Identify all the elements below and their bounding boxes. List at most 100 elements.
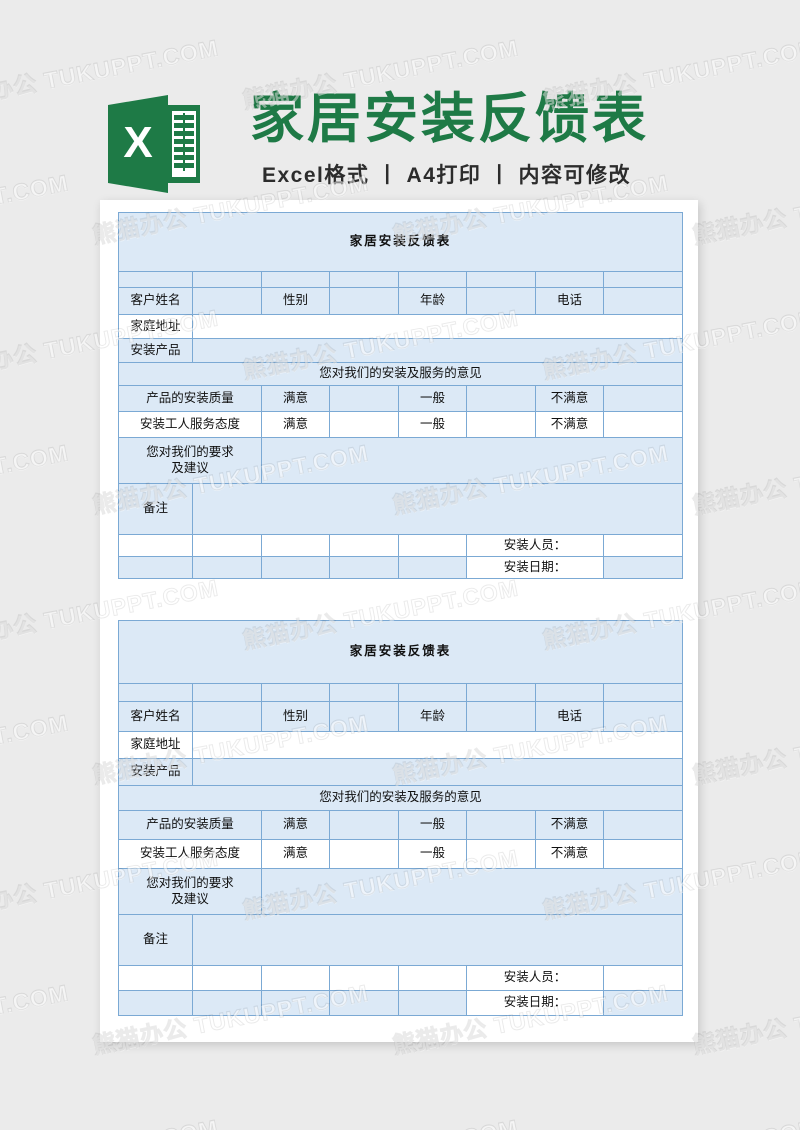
label-suggestion: 您对我们的要求 及建议	[118, 437, 262, 484]
field-remark[interactable]	[191, 483, 684, 535]
spacer-cell	[118, 271, 193, 288]
field-suggestion[interactable]	[260, 868, 684, 915]
watermark-text: 熊猫办公 TUKUPPT.COM	[0, 979, 71, 1059]
table-row: 您对我们的安装及服务的意见	[117, 785, 684, 811]
label-phone: 电话	[535, 287, 604, 315]
field-install-date[interactable]	[602, 990, 684, 1016]
field-phone[interactable]	[602, 287, 684, 315]
option-quality-satisfied[interactable]: 满意	[261, 385, 330, 412]
svg-text:X: X	[123, 118, 152, 167]
label-install-date: 安装日期：	[466, 990, 604, 1016]
field-customer-name[interactable]	[192, 287, 262, 315]
feedback-form-copy-1: 家居安装反馈表 客户姓名 性别 年龄 电话 家庭地址 安装产品 您对我们的安装及…	[117, 212, 684, 579]
table-row: 安装产品	[118, 758, 684, 786]
field-phone[interactable]	[602, 701, 684, 732]
field-home-address[interactable]	[191, 314, 684, 339]
table-row: 安装日期：	[118, 990, 684, 1016]
footer-blank-cell	[118, 990, 193, 1016]
opinion-section-header: 您对我们的安装及服务的意见	[117, 362, 684, 386]
form-title: 家居安装反馈表	[117, 620, 684, 684]
option-attitude-unsatisfied[interactable]: 不满意	[535, 839, 604, 869]
option-quality-unsatisfied[interactable]: 不满意	[535, 385, 604, 412]
checkbox-quality-average[interactable]	[466, 385, 536, 412]
checkbox-attitude-satisfied[interactable]	[329, 839, 399, 869]
table-row: 家居安装反馈表	[117, 620, 684, 684]
field-gender[interactable]	[329, 701, 399, 732]
table-row: 家居安装反馈表	[117, 212, 684, 272]
checkbox-attitude-unsatisfied[interactable]	[602, 839, 684, 869]
footer-blank-cell	[261, 990, 330, 1016]
checkbox-attitude-average[interactable]	[466, 839, 536, 869]
label-home-address: 家庭地址	[118, 314, 193, 339]
field-suggestion[interactable]	[260, 437, 684, 484]
checkbox-quality-unsatisfied[interactable]	[602, 385, 684, 412]
option-attitude-average[interactable]: 一般	[398, 411, 467, 438]
table-row: 安装工人服务态度 满意 一般 不满意	[118, 411, 684, 438]
checkbox-quality-satisfied[interactable]	[329, 385, 399, 412]
field-installer[interactable]	[602, 965, 684, 991]
label-gender: 性别	[261, 701, 330, 732]
footer-blank-cell	[192, 965, 262, 991]
label-suggestion-line2: 及建议	[171, 891, 209, 906]
table-row: 客户姓名 性别 年龄 电话	[118, 701, 684, 732]
spacer-cell	[602, 683, 684, 702]
field-age[interactable]	[466, 701, 536, 732]
option-quality-satisfied[interactable]: 满意	[261, 810, 330, 840]
checkbox-attitude-satisfied[interactable]	[329, 411, 399, 438]
table-row	[118, 271, 684, 288]
field-home-address[interactable]	[191, 731, 684, 759]
footer-blank-cell	[261, 556, 330, 579]
option-quality-average[interactable]: 一般	[398, 385, 467, 412]
table-row	[118, 683, 684, 702]
footer-blank-cell	[261, 534, 330, 557]
checkbox-attitude-average[interactable]	[466, 411, 536, 438]
spacer-cell	[118, 683, 193, 702]
table-row: 您对我们的要求 及建议	[118, 437, 684, 484]
option-attitude-average[interactable]: 一般	[398, 839, 467, 869]
watermark-text: 熊猫办公 TUKUPPT.COM	[0, 439, 71, 519]
footer-blank-cell	[329, 534, 399, 557]
label-customer-name: 客户姓名	[118, 287, 193, 315]
label-worker-attitude: 安装工人服务态度	[118, 839, 262, 869]
label-installer: 安装人员：	[466, 965, 604, 991]
option-attitude-satisfied[interactable]: 满意	[261, 411, 330, 438]
watermark-text: 熊猫办公 TUKUPPT.COM	[690, 709, 800, 789]
checkbox-attitude-unsatisfied[interactable]	[602, 411, 684, 438]
label-phone: 电话	[535, 701, 604, 732]
label-install-date: 安装日期：	[466, 556, 604, 579]
footer-blank-cell	[398, 556, 467, 579]
field-gender[interactable]	[329, 287, 399, 315]
option-attitude-satisfied[interactable]: 满意	[261, 839, 330, 869]
option-quality-unsatisfied[interactable]: 不满意	[535, 810, 604, 840]
page-header: X 家居安装反馈表 Excel格式 丨 A4打印 丨 内容可修改	[0, 40, 800, 193]
label-install-quality: 产品的安装质量	[118, 385, 262, 412]
field-installed-product[interactable]	[191, 758, 684, 786]
label-remark: 备注	[118, 483, 193, 535]
spacer-cell	[398, 683, 467, 702]
footer-blank-cell	[329, 556, 399, 579]
checkbox-quality-average[interactable]	[466, 810, 536, 840]
spacer-cell	[535, 683, 604, 702]
option-attitude-unsatisfied[interactable]: 不满意	[535, 411, 604, 438]
option-quality-average[interactable]: 一般	[398, 810, 467, 840]
feedback-form-copy-2: 家居安装反馈表 客户姓名 性别 年龄 电话 家庭地址 安装产品 您对我们的安装及…	[117, 620, 684, 1016]
watermark-text: 熊猫办公 TUKUPPT.COM	[539, 1109, 800, 1130]
field-installed-product[interactable]	[191, 338, 684, 363]
field-customer-name[interactable]	[192, 701, 262, 732]
table-row: 安装工人服务态度 满意 一般 不满意	[118, 839, 684, 869]
field-remark[interactable]	[191, 914, 684, 966]
spacer-cell	[329, 271, 399, 288]
label-suggestion-line1: 您对我们的要求	[146, 875, 234, 890]
label-installer: 安装人员：	[466, 534, 604, 557]
checkbox-quality-unsatisfied[interactable]	[602, 810, 684, 840]
label-gender: 性别	[261, 287, 330, 315]
opinion-section-header: 您对我们的安装及服务的意见	[117, 785, 684, 811]
table-row: 产品的安装质量 满意 一般 不满意	[118, 810, 684, 840]
table-row: 家庭地址	[118, 314, 684, 339]
table-row: 安装日期：	[118, 556, 684, 579]
field-age[interactable]	[466, 287, 536, 315]
field-installer[interactable]	[602, 534, 684, 557]
checkbox-quality-satisfied[interactable]	[329, 810, 399, 840]
field-install-date[interactable]	[602, 556, 684, 579]
table-row: 家庭地址	[118, 731, 684, 759]
